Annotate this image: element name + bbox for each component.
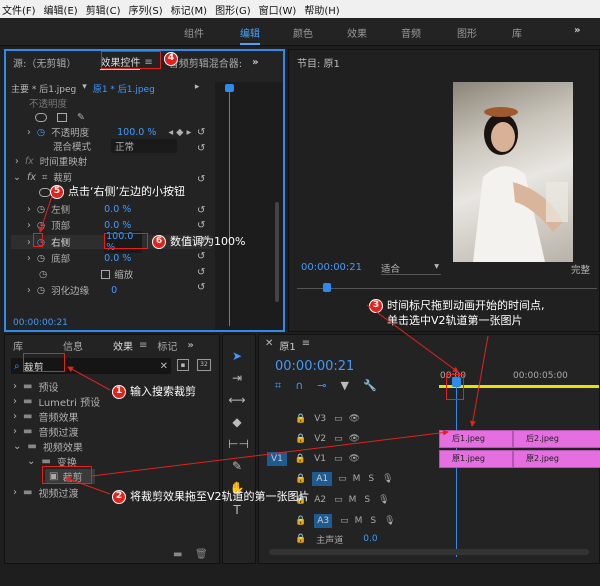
arrow-5	[38, 195, 53, 233]
arrow-2b	[91, 429, 449, 477]
arrow-2a	[65, 476, 111, 495]
arrow-1	[67, 366, 111, 391]
arrow-3b	[469, 335, 489, 427]
arrow-3a	[366, 304, 459, 373]
annotation-arrows	[38, 195, 489, 495]
